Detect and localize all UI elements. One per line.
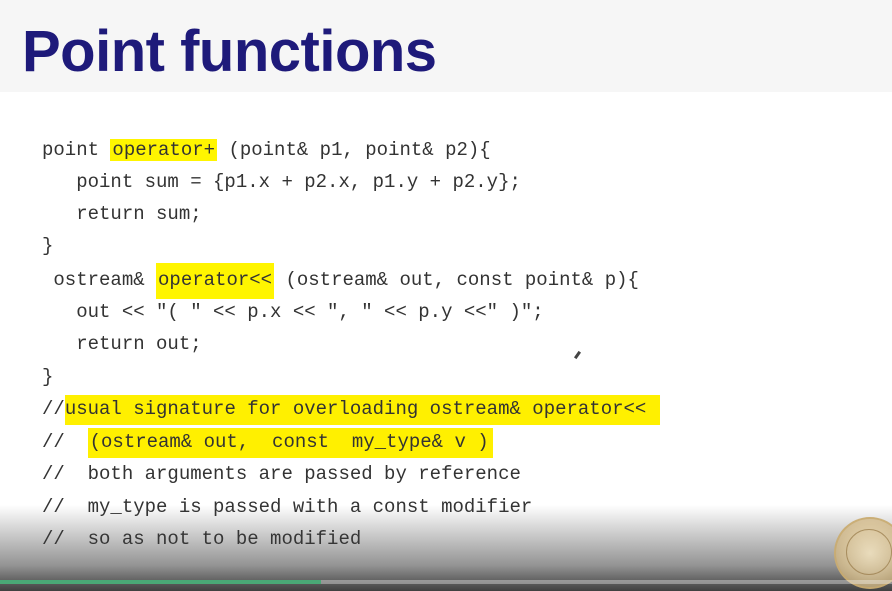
code-line-2: point sum = {p1.x + p2.x, p1.y + p2.y}; [42,171,521,193]
code-line-10: // (ostream& out, const my_type& v ) [42,426,493,458]
university-seal-logo [834,517,892,589]
code-text: point [42,139,111,161]
highlighted-comment: usual signature for overloading ostream&… [64,395,661,425]
code-text: // [42,431,88,453]
code-line-12: // my_type is passed with a const modifi… [42,496,533,518]
highlighted-operator-stream: operator<< [156,263,275,299]
video-progress-fill [0,580,322,584]
code-line-8: } [42,366,54,388]
code-line-13: // so as not to be modified [42,528,362,550]
code-line-7: return out; [42,333,202,355]
code-text: (ostream& out, const point& p){ [274,269,639,291]
code-line-9: //usual signature for overloading ostrea… [42,393,661,425]
pen-cursor-icon [573,350,582,360]
highlighted-operator-plus: operator+ [110,139,218,161]
highlighted-signature: (ostream& out, const my_type& v ) [87,428,493,458]
code-text: (point& p1, point& p2){ [217,139,491,161]
code-line-3: return sum; [42,203,202,225]
code-line-4: } [42,235,54,257]
seal-ring [846,529,892,575]
code-line-11: // both arguments are passed by referenc… [42,463,521,485]
code-line-1: point operator+ (point& p1, point& p2){ [42,134,491,166]
slide-title: Point functions [22,19,437,84]
code-line-6: out << "( " << p.x << ", " << p.y <<" )"… [42,301,544,323]
code-text: ostream& [42,269,157,291]
code-text: // [42,398,65,420]
video-progress-bar[interactable] [0,580,892,584]
code-line-5: ostream& operator<< (ostream& out, const… [42,263,639,299]
